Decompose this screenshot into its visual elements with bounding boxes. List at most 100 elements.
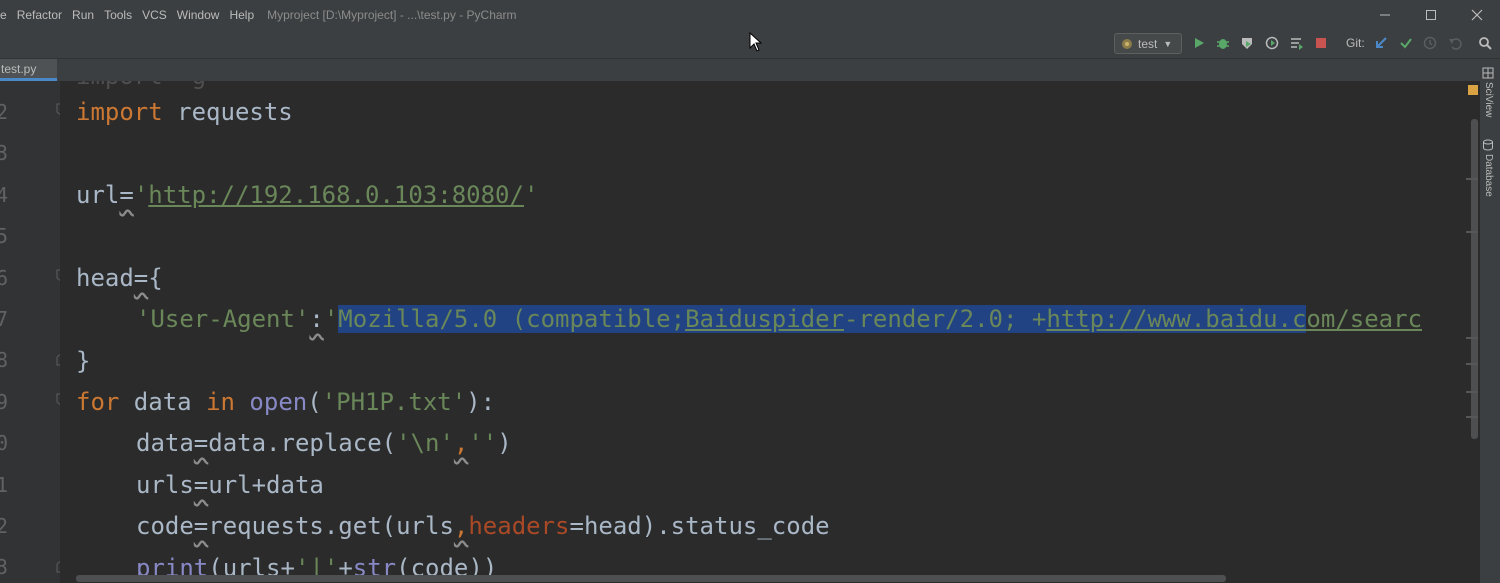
string-url-token[interactable]: http://www.baidu.c — [1046, 305, 1306, 333]
string-url-token[interactable]: http://192.168.0.103:8080/ — [148, 181, 524, 209]
minimize-icon — [1380, 14, 1390, 16]
string-token: ' — [523, 181, 539, 209]
search-everywhere-button[interactable] — [1477, 35, 1493, 51]
stop-icon — [1316, 38, 1326, 48]
code-token: code — [136, 512, 194, 540]
code-token: data — [136, 429, 194, 457]
code-line: urls=url+data — [136, 470, 324, 500]
vcs-commit-button[interactable] — [1398, 35, 1414, 51]
stripe-mark[interactable] — [1466, 416, 1478, 418]
string-url-token[interactable]: om/searc — [1306, 305, 1422, 333]
line-number: 3 — [0, 141, 9, 165]
code-token: url+data — [208, 471, 324, 499]
run-button[interactable] — [1191, 35, 1207, 51]
menu-help[interactable]: Help — [224, 0, 259, 30]
close-button[interactable] — [1454, 0, 1500, 30]
menu-edit[interactable]: e — [0, 0, 12, 30]
selected-text: Mozilla/5.0 (compatible;Baiduspider-rend… — [338, 305, 1307, 333]
line-number: 8 — [0, 348, 9, 372]
run-config-select[interactable]: test ▼ — [1114, 33, 1182, 54]
error-stripe[interactable] — [1462, 81, 1480, 583]
revert-button[interactable] — [1447, 35, 1463, 51]
line-number: 5 — [0, 224, 9, 248]
string-token: -render/2.0; + — [844, 305, 1047, 333]
code-token: = — [193, 429, 209, 457]
stripe-mark[interactable] — [1466, 363, 1478, 365]
concurrency-button[interactable] — [1289, 35, 1305, 51]
code-line: for data in open('PH1P.txt'): — [76, 387, 495, 417]
tab-label: test.py — [1, 62, 37, 76]
menu-tools[interactable]: Tools — [99, 0, 137, 30]
string-token: Baiduspider — [685, 305, 845, 333]
menu-run[interactable]: Run — [67, 0, 99, 30]
history-icon — [1423, 36, 1437, 50]
debug-button[interactable] — [1215, 35, 1231, 51]
stripe-mark[interactable] — [1466, 337, 1478, 339]
code-line: import requests — [76, 97, 293, 127]
database-tool-button[interactable]: Database — [1482, 139, 1498, 197]
title-bar: e Refactor Run Tools VCS Window Help Myp… — [0, 0, 1500, 30]
code-line: code=requests.get(urls,headers=head).sta… — [136, 511, 830, 541]
python-icon — [1122, 38, 1132, 49]
tab-test-py[interactable]: test.py — [0, 59, 57, 81]
horizontal-scrollbar[interactable] — [76, 575, 1226, 582]
string-token: '' — [468, 429, 498, 457]
stop-button[interactable] — [1313, 35, 1329, 51]
code-line: } — [76, 347, 91, 375]
code-token: ) — [497, 429, 512, 457]
profile-button[interactable] — [1264, 35, 1280, 51]
minimize-button[interactable] — [1362, 0, 1408, 30]
stripe-mark[interactable] — [1466, 391, 1478, 393]
mouse-cursor-icon — [749, 32, 763, 52]
string-token: 'PH1P.txt' — [321, 388, 467, 416]
debug-icon — [1217, 39, 1229, 49]
line-number-gutter: 2 3 4 5 6 7 8 9 0 1 2 3 — [0, 81, 68, 583]
database-label: Database — [1483, 154, 1494, 197]
run-icon — [1195, 38, 1204, 48]
menu-window[interactable]: Window — [172, 0, 225, 30]
menu-refactor[interactable]: Refactor — [12, 0, 67, 30]
code-token: { — [148, 264, 163, 292]
coverage-button[interactable] — [1239, 35, 1255, 51]
sciview-label: SciView — [1483, 82, 1494, 118]
line-number: 0 — [0, 431, 9, 455]
code-token: =head).status_code — [569, 512, 830, 540]
line-number: 2 — [0, 100, 9, 124]
code-editor[interactable]: import g import requests url='http://192… — [60, 81, 1470, 583]
revert-icon — [1449, 38, 1462, 50]
code-line: import g — [76, 81, 206, 91]
close-icon — [1471, 9, 1483, 21]
coverage-icon — [1242, 38, 1252, 49]
code-line: 'User-Agent':'Mozilla/5.0 (compatible;Ba… — [136, 304, 1422, 334]
line-number: 1 — [0, 473, 9, 497]
chevron-down-icon: ▼ — [1163, 38, 1173, 49]
warning-indicator-icon[interactable] — [1468, 85, 1478, 95]
code-token: urls — [136, 471, 194, 499]
vcs-commit-icon — [1400, 38, 1412, 49]
string-token: '\n' — [396, 429, 454, 457]
keyword-token: import — [76, 98, 163, 126]
menu-vcs[interactable]: VCS — [137, 0, 172, 30]
history-button[interactable] — [1422, 35, 1438, 51]
string-token: Mozilla/5.0 (compatible; — [338, 305, 686, 333]
maximize-icon — [1426, 10, 1436, 20]
code-token: requests.get(urls — [208, 512, 454, 540]
window-controls — [1362, 0, 1500, 30]
code-token: : — [309, 305, 324, 333]
code-line: data=data.replace('\n','') — [136, 428, 512, 458]
code-token: url — [76, 181, 120, 209]
code-token: = — [193, 471, 209, 499]
vcs-update-button[interactable] — [1373, 35, 1389, 51]
line-number: 3 — [0, 555, 9, 579]
sciview-tool-button[interactable]: SciView — [1482, 67, 1498, 117]
stripe-mark[interactable] — [1466, 231, 1478, 233]
code-token: ): — [466, 388, 496, 416]
editor-tab-bar: test.py — [0, 59, 1480, 82]
maximize-button[interactable] — [1408, 0, 1454, 30]
stripe-mark[interactable] — [1466, 178, 1478, 180]
code-token: = — [119, 181, 134, 209]
code-token: = — [133, 264, 149, 292]
code-token: ( — [307, 388, 322, 416]
builtin-token: open — [249, 388, 308, 416]
run-config-label: test — [1138, 36, 1158, 51]
